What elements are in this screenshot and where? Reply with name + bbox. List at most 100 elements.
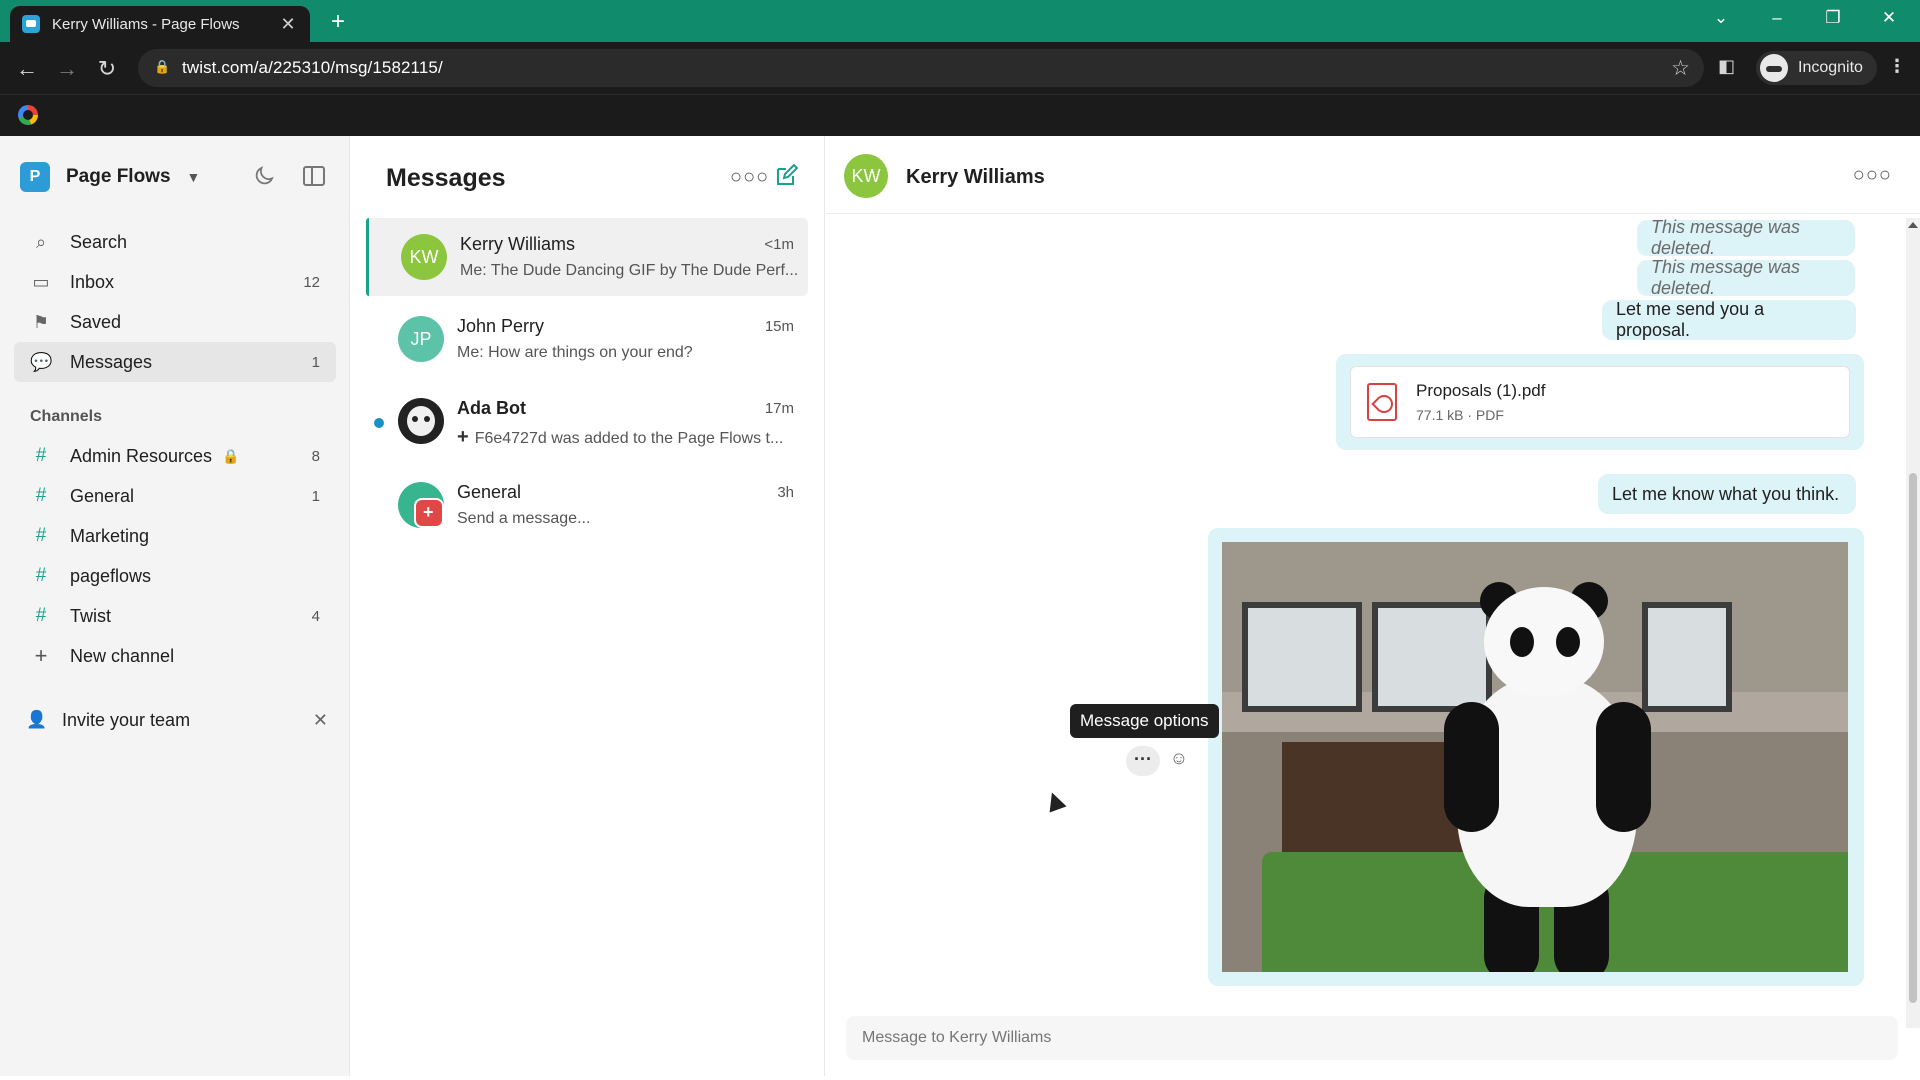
conversation-item-ada-bot[interactable]: Ada Bot 17m + F6e4727d was added to the P… xyxy=(366,382,808,460)
conversation-preview: Send a message... xyxy=(457,510,591,527)
close-icon[interactable]: ✕ xyxy=(313,710,328,731)
conversation-preview: Me: The Dude Dancing GIF by The Dude Per… xyxy=(460,262,799,279)
message-text: Let me know what you think. xyxy=(1612,483,1840,504)
back-icon[interactable]: ← xyxy=(10,52,44,86)
message-input[interactable] xyxy=(846,1016,1898,1060)
side-panel-icon[interactable]: ◧ xyxy=(1718,56,1735,77)
sidebar-item-search[interactable]: ⌕ Search xyxy=(14,222,336,262)
conversation-time: <1m xyxy=(764,236,794,253)
inbox-count-badge: 12 xyxy=(303,273,320,291)
twist-app: P Page Flows ▼ ⌕ Search ▭ Inbox 12 ⚑ Sav… xyxy=(0,136,1920,1076)
lock-icon: 🔒 xyxy=(222,447,240,464)
browser-tabbar: Kerry Williams - Page Flows ✕ + ⌄ – ❐ ✕ xyxy=(0,0,1920,42)
messages-panel: Messages ○○○ KW Kerry Williams <1m Me: T… xyxy=(350,136,825,1076)
new-channel-button[interactable]: + New channel xyxy=(14,636,336,676)
restore-icon[interactable]: ❐ xyxy=(1818,8,1848,28)
channels-heading: Channels xyxy=(30,408,103,425)
conversation-preview: Me: How are things on your end? xyxy=(457,344,693,361)
tab-search-icon[interactable]: ⌄ xyxy=(1706,8,1736,28)
conversation-item-john-perry[interactable]: JP John Perry 15m Me: How are things on … xyxy=(366,300,808,378)
channel-item-pageflows[interactable]: # pageflows xyxy=(14,556,336,596)
channel-label: Admin Resources xyxy=(70,445,213,466)
plus-icon: + xyxy=(457,426,469,448)
incognito-label: Incognito xyxy=(1798,59,1863,76)
incognito-icon xyxy=(1760,54,1788,82)
address-bar[interactable]: 🔒 twist.com/a/225310/msg/1582115/ ☆ xyxy=(138,49,1704,87)
scrollbar-thumb[interactable] xyxy=(1909,473,1917,1003)
sidebar-item-messages[interactable]: 💬 Messages 1 xyxy=(14,342,336,382)
file-attachment[interactable]: Proposals (1).pdf 77.1 kB · PDF xyxy=(1350,366,1850,438)
channel-item-marketing[interactable]: # Marketing xyxy=(14,516,336,556)
minimize-icon[interactable]: – xyxy=(1762,8,1792,28)
dancing-panda-gif[interactable] xyxy=(1222,542,1848,972)
channel-count-badge: 8 xyxy=(311,447,320,465)
channel-item-general[interactable]: # General 1 xyxy=(14,476,336,516)
new-tab-icon[interactable]: + xyxy=(326,8,350,36)
sidebar-nav: ⌕ Search ▭ Inbox 12 ⚑ Saved 💬 Messages 1 xyxy=(14,222,336,382)
pdf-icon xyxy=(1367,383,1397,421)
message-bubble[interactable]: Let me send you a proposal. xyxy=(1602,299,1856,340)
gif-message[interactable] xyxy=(1208,528,1864,986)
message-options-button[interactable]: ··· xyxy=(1126,746,1160,776)
file-message[interactable]: Proposals (1).pdf 77.1 kB · PDF xyxy=(1336,354,1864,450)
add-user-icon: 👤 xyxy=(26,710,48,729)
file-meta: 77.1 kB · PDF xyxy=(1416,407,1504,423)
chat-title[interactable]: Kerry Williams xyxy=(906,166,1045,189)
message-options-tooltip: Message options xyxy=(1070,704,1219,738)
invite-team-button[interactable]: 👤 Invite your team ✕ xyxy=(26,704,328,736)
chat-options-icon[interactable]: ○○○ xyxy=(1853,164,1892,187)
page-title: Messages xyxy=(386,164,506,192)
deleted-message[interactable]: This message was deleted. xyxy=(1637,217,1855,258)
conversation-preview: + F6e4727d was added to the Page Flows t.… xyxy=(457,426,797,449)
sidebar-item-inbox[interactable]: ▭ Inbox 12 xyxy=(14,262,336,302)
conversation-time: 17m xyxy=(764,400,794,417)
deleted-message-text: This message was deleted. xyxy=(1651,257,1801,298)
workspace-switcher[interactable]: P Page Flows ▼ xyxy=(20,162,200,192)
bookmarks-bar xyxy=(0,94,1920,136)
channel-item-admin-resources[interactable]: # Admin Resources 🔒 8 xyxy=(14,436,336,476)
messages-count-badge: 1 xyxy=(311,353,320,371)
incognito-badge[interactable]: Incognito xyxy=(1756,51,1877,85)
forward-icon[interactable]: → xyxy=(50,52,84,86)
new-channel-label: New channel xyxy=(70,645,175,666)
bot-avatar xyxy=(398,398,444,444)
conversation-preview-text: F6e4727d was added to the Page Flows t..… xyxy=(474,430,784,447)
message-bubble[interactable]: Let me know what you think. xyxy=(1598,474,1856,514)
channel-item-twist[interactable]: # Twist 4 xyxy=(14,596,336,636)
channel-avatar xyxy=(398,482,444,528)
google-icon[interactable] xyxy=(18,105,38,125)
reload-icon[interactable]: ↻ xyxy=(90,52,124,86)
chat-icon: 💬 xyxy=(30,351,53,372)
hash-icon: # xyxy=(35,565,47,586)
channel-label: pageflows xyxy=(70,565,152,586)
toggle-sidebar-icon[interactable] xyxy=(303,166,325,186)
scroll-up-icon[interactable] xyxy=(1908,222,1918,228)
conversation-item-general[interactable]: General 3h Send a message... xyxy=(366,466,808,544)
moon-icon[interactable] xyxy=(252,164,276,188)
chat-header: KW Kerry Williams ○○○ xyxy=(826,136,1920,214)
channel-list: # Admin Resources 🔒 8 # General 1 # Mark… xyxy=(14,436,336,676)
channel-label: Twist xyxy=(70,605,112,626)
avatar: KW xyxy=(401,234,447,280)
browser-tab[interactable]: Kerry Williams - Page Flows ✕ xyxy=(10,6,310,42)
deleted-message[interactable]: This message was deleted. xyxy=(1637,257,1855,298)
conversation-item-kerry-williams[interactable]: KW Kerry Williams <1m Me: The Dude Danci… xyxy=(366,218,808,296)
hash-icon: # xyxy=(35,445,47,466)
tab-close-icon[interactable]: ✕ xyxy=(278,14,298,35)
sidebar-item-label: Search xyxy=(70,231,128,252)
scrollbar[interactable] xyxy=(1906,218,1920,1028)
search-icon: ⌕ xyxy=(35,231,47,252)
bookmark-icon: ⚑ xyxy=(32,311,50,332)
browser-menu-icon[interactable]: ⋮ xyxy=(1888,56,1906,77)
more-options-icon[interactable]: ○○○ xyxy=(730,166,769,189)
sidebar-item-saved[interactable]: ⚑ Saved xyxy=(14,302,336,342)
compose-icon[interactable] xyxy=(774,164,798,188)
url-text: twist.com/a/225310/msg/1582115/ xyxy=(182,58,443,77)
window-close-icon[interactable]: ✕ xyxy=(1874,8,1904,28)
plus-icon: + xyxy=(34,643,48,668)
bookmark-star-icon[interactable]: ☆ xyxy=(1671,56,1690,81)
sidebar-item-label: Messages xyxy=(70,351,153,372)
channel-label: Marketing xyxy=(70,525,150,546)
add-reaction-icon[interactable]: ☺ xyxy=(1166,748,1192,774)
avatar[interactable]: KW xyxy=(844,154,888,198)
